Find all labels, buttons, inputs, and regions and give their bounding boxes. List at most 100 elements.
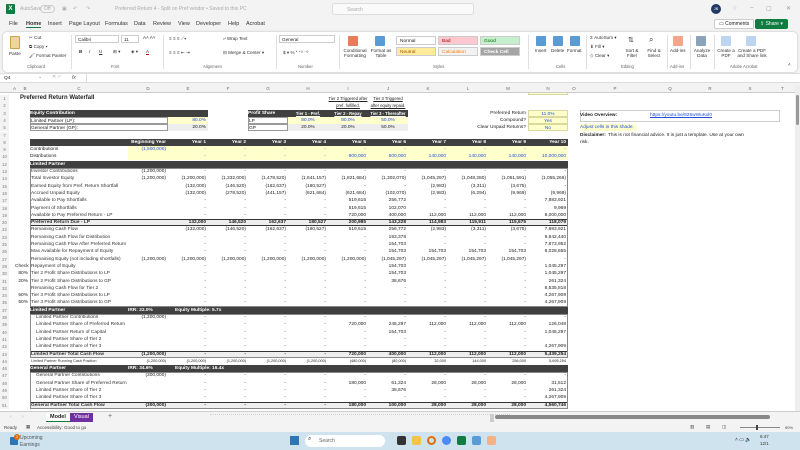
analyze-data-icon[interactable] [696, 36, 706, 46]
collapse-ribbon-icon[interactable]: ˄ [788, 62, 791, 67]
setting-input[interactable]: 11.0% [528, 109, 568, 117]
font-size-increase-icon[interactable]: A˄ A˅ [143, 35, 156, 40]
taskbar-search[interactable]: Search [305, 435, 385, 447]
contribution-input[interactable]: - [288, 146, 328, 154]
column-header[interactable]: C [30, 86, 128, 91]
tab-insert[interactable]: Insert [48, 21, 62, 27]
row-header[interactable]: 1 [0, 95, 9, 103]
addins-icon[interactable] [673, 36, 683, 46]
row-header[interactable]: 41 [0, 335, 9, 344]
column-header[interactable]: T [770, 86, 795, 91]
borders-icon[interactable]: ⊞ ▾ [113, 49, 120, 55]
insert-button[interactable]: Insert [535, 48, 547, 53]
distribution-input[interactable]: - [288, 153, 328, 161]
distribution-input[interactable]: 900,000 [328, 153, 368, 161]
find-select-icon[interactable]: ⌕ [649, 35, 653, 45]
bold-button[interactable]: B [79, 49, 82, 54]
format-button[interactable]: Format [567, 48, 582, 53]
tab-page-layout[interactable]: Page Layout [69, 21, 100, 27]
clock-time[interactable]: 6:47 [760, 434, 769, 439]
distribution-input[interactable]: 500,000 [368, 153, 408, 161]
tab-file[interactable]: File [9, 21, 18, 27]
tab-formulas[interactable]: Formulas [105, 21, 128, 27]
contribution-input[interactable]: - [448, 146, 488, 154]
accessibility-status[interactable]: Accessibility: Good to go [37, 425, 86, 430]
row-header[interactable]: 3 [0, 109, 9, 117]
number-format-select[interactable]: General [279, 35, 335, 43]
contribution-input[interactable]: - [208, 146, 248, 154]
create-pdf-share-icon[interactable] [746, 36, 756, 46]
zoom-slider-thumb[interactable] [756, 425, 758, 430]
column-header[interactable]: P [580, 86, 650, 91]
column-header[interactable]: O [568, 86, 580, 91]
column-header[interactable]: D [128, 86, 168, 91]
row-header[interactable]: 28 [0, 262, 9, 271]
distribution-input[interactable]: 140,000 [448, 153, 488, 161]
row-header[interactable]: 15 [0, 182, 9, 190]
start-icon[interactable] [290, 436, 299, 445]
row-header[interactable]: 35 [0, 299, 9, 307]
formula-input[interactable] [86, 74, 786, 82]
column-header[interactable]: Q [650, 86, 690, 91]
row-header[interactable]: 13 [0, 168, 9, 176]
underline-button[interactable]: U [99, 49, 102, 54]
style-good[interactable]: Good [480, 36, 520, 45]
column-header[interactable]: I [328, 86, 368, 91]
horizontal-scrollbar[interactable] [495, 415, 770, 419]
merge-center-button[interactable]: ⊟ Merge & Center ▾ [223, 50, 264, 56]
addins-button[interactable]: Add-ins [670, 48, 686, 53]
row-header[interactable]: 51 [0, 401, 9, 409]
column-header[interactable]: G [248, 86, 288, 91]
tab-view[interactable]: View [178, 21, 190, 27]
align-top-icon[interactable]: ≡ ≡ ≡ ⟋▾ [169, 36, 186, 41]
currency-icon[interactable]: $ ▾ % ❜ ⁺⁰ ⁻⁰ [283, 50, 308, 56]
system-tray-icons[interactable]: ˄ ▭ 🔈 [735, 437, 752, 443]
row-header[interactable]: 20 [0, 219, 9, 227]
row-header[interactable]: 37 [0, 306, 9, 314]
file-explorer-icon[interactable] [412, 436, 421, 445]
fill-button[interactable]: ⬇ Fill ▾ [590, 44, 605, 50]
contribution-input[interactable]: - [168, 146, 208, 154]
scroll-thumb[interactable] [796, 95, 799, 125]
column-header[interactable]: N [528, 86, 568, 91]
distribution-input[interactable]: 10,000,000 [528, 153, 568, 161]
phone-link-icon[interactable] [472, 436, 481, 445]
tab-home[interactable]: Home [26, 21, 42, 28]
row-header[interactable]: 32 [0, 284, 9, 293]
copy-button[interactable]: ⧉ Copy ▾ [29, 44, 48, 49]
name-box[interactable]: Q4 [4, 76, 40, 81]
format-painter-button[interactable]: 🖌 Format Painter [29, 53, 67, 59]
delete-button[interactable]: Delete [551, 48, 564, 53]
lp-tier-input[interactable]: 80.0% [328, 116, 368, 124]
style-check-cell[interactable]: Check Cell [480, 47, 520, 56]
conditional-formatting-icon[interactable] [348, 36, 358, 46]
create-pdf-share-button[interactable]: Create a PDF and Share link [736, 48, 768, 58]
italic-button[interactable]: I [89, 49, 90, 54]
snipping-tool-icon[interactable] [487, 436, 496, 445]
font-color-icon[interactable]: A [146, 49, 150, 55]
paste-icon[interactable] [10, 36, 20, 49]
column-header[interactable]: M [488, 86, 528, 91]
row-header[interactable]: 38 [0, 314, 9, 322]
style-bad[interactable]: Bad [438, 36, 478, 45]
row-header[interactable]: 49 [0, 387, 9, 395]
tab-developer[interactable]: Developer [196, 21, 221, 27]
format-cells-icon[interactable] [570, 36, 580, 46]
excel-taskbar-icon[interactable] [457, 436, 466, 445]
contribution-input[interactable]: - [488, 146, 528, 154]
widget-subtitle[interactable]: Earnings [20, 442, 40, 448]
contribution-input[interactable]: - [528, 146, 568, 154]
row-header[interactable]: 34 [0, 292, 9, 300]
lightbulb-icon[interactable]: ♢ [732, 5, 737, 12]
style-normal[interactable]: Normal [396, 36, 436, 45]
function-icon[interactable]: fx [72, 75, 76, 81]
column-header[interactable]: R [690, 86, 730, 91]
font-size-select[interactable]: 11 [121, 35, 139, 43]
zoom-level[interactable]: 90% [785, 425, 793, 430]
cut-button[interactable]: ✂ Cut [29, 35, 41, 41]
create-pdf-button[interactable]: Create a PDF [716, 48, 736, 58]
setting-input[interactable]: Yes [528, 93, 568, 95]
sort-filter-button[interactable]: Sort & Filter [623, 48, 641, 58]
search-input[interactable]: Search [332, 3, 474, 15]
page-layout-view-icon[interactable]: ▤ [706, 424, 710, 430]
